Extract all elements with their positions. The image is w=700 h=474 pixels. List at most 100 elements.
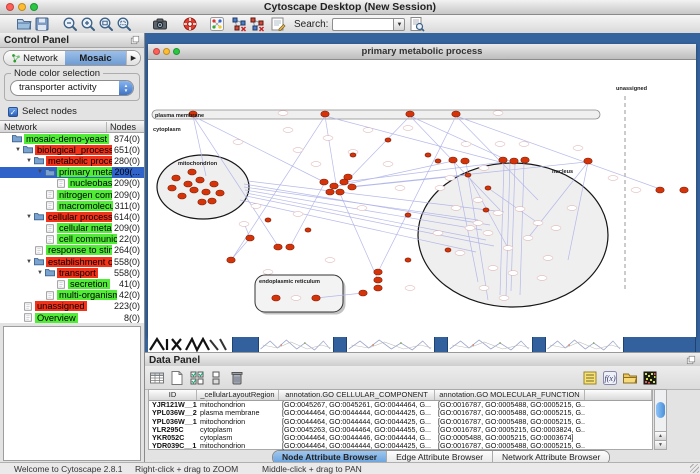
- svg-text:cytoplasm: cytoplasm: [153, 127, 181, 133]
- zoom-out-button[interactable]: [62, 16, 78, 32]
- tree-node-label: Overview: [35, 313, 78, 323]
- table-row[interactable]: YJR121W__1mitochondrion[GO:0045267, GO:0…: [149, 401, 652, 409]
- save-button[interactable]: [34, 16, 50, 32]
- snapshot-camera-button[interactable]: [152, 16, 168, 32]
- tree-row-mosaic-demo-yeast[interactable]: mosaic-demo-yeast874(0): [0, 133, 144, 144]
- status-welcome: Welcome to Cytoscape 2.8.1: [14, 464, 123, 474]
- network-view-window[interactable]: primary metabolic process plasma membran…: [148, 44, 696, 337]
- float-panel-icon[interactable]: [686, 355, 696, 365]
- hide-selected-nodes-button[interactable]: [231, 16, 247, 32]
- annotation-button[interactable]: [270, 16, 286, 32]
- search-input[interactable]: [332, 18, 393, 31]
- network-tree: mosaic-demo-yeast874(0)▼biological_proce…: [0, 133, 144, 323]
- background-window-edge[interactable]: [532, 337, 546, 352]
- formula-builder-button[interactable]: f(x): [602, 370, 618, 386]
- dropdown-stepper-icon[interactable]: ▲▼: [119, 81, 133, 95]
- zoom-in-button[interactable]: [80, 16, 96, 32]
- import-attributes-button[interactable]: [622, 370, 638, 386]
- tree-expand-icon[interactable]: ▼: [24, 259, 34, 265]
- background-window-edge[interactable]: [232, 337, 259, 352]
- tree-row-establishment-of-lo[interactable]: ▼establishment of lo558(0): [0, 256, 144, 267]
- search-options-button[interactable]: [409, 16, 425, 32]
- table-row[interactable]: YPL036W__1mitochondrion[GO:0044464, GO:0…: [149, 418, 652, 426]
- tree-row-nucleobase-[interactable]: nucleobase-209(0): [0, 178, 144, 189]
- tree-node-count: 280(0): [112, 156, 140, 166]
- main-toolbar: Search: ▼: [0, 15, 700, 34]
- scroll-down-icon[interactable]: ▼: [655, 440, 666, 449]
- node-color-dropdown-value: transporter activity: [19, 82, 97, 93]
- tree-node-count: 264(0): [112, 245, 140, 255]
- select-attributes-button[interactable]: [189, 370, 205, 386]
- birdseye-view-panel[interactable]: [3, 326, 141, 461]
- table-row[interactable]: YLR295Ccytoplasm[GO:0045263, GO:0044464,…: [149, 426, 652, 434]
- tree-row-primary-metabo[interactable]: ▼primary metabo209(...: [0, 167, 144, 178]
- tree-node-count: 41(0): [117, 279, 140, 289]
- table-row[interactable]: YKR052Ccytoplasm[GO:0044464, GO:0044446,…: [149, 434, 652, 442]
- tree-row-unassigned[interactable]: unassigned223(0): [0, 301, 144, 312]
- column-header[interactable]: [585, 390, 652, 400]
- open-folder-button[interactable]: [16, 16, 32, 32]
- tree-expand-icon[interactable]: ▼: [13, 147, 23, 153]
- tree-expand-icon[interactable]: ▼: [24, 214, 34, 220]
- column-header[interactable]: annotation.GO CELLULAR_COMPONENT: [279, 390, 435, 400]
- float-panel-icon[interactable]: [130, 35, 140, 45]
- new-attribute-button[interactable]: [169, 370, 185, 386]
- tree-row-cell-communicat[interactable]: cell communicat22(0): [0, 234, 144, 245]
- attribute-table-button[interactable]: [149, 370, 165, 386]
- background-window-edge[interactable]: [333, 337, 347, 352]
- tree-node-count: 8(0): [122, 313, 140, 323]
- file-icon: [56, 179, 66, 188]
- tree-row-metabolic-process[interactable]: ▼metabolic process280(0): [0, 155, 144, 166]
- attribute-table[interactable]: ID_cellularLayoutRegionannotation.GO CEL…: [148, 389, 653, 450]
- tab-network[interactable]: Network: [4, 51, 65, 65]
- attribute-list-button[interactable]: [582, 370, 598, 386]
- scroll-up-icon[interactable]: ▲: [655, 431, 666, 440]
- select-nodes-checkbox[interactable]: ✓: [8, 107, 18, 117]
- search-dropdown-arrow-icon[interactable]: ▼: [393, 18, 405, 31]
- file-icon: [45, 201, 55, 210]
- resize-grip[interactable]: [690, 464, 699, 473]
- column-header[interactable]: ID: [149, 390, 197, 400]
- attribute-table-scrollbar[interactable]: ▲ ▼: [654, 389, 667, 450]
- svg-text:unassigned: unassigned: [616, 86, 648, 92]
- tab-mosaic[interactable]: Mosaic: [65, 51, 126, 65]
- tree-row-nitrogen-compo[interactable]: nitrogen compo209(0): [0, 189, 144, 200]
- hide-selected-edges-button[interactable]: [249, 16, 265, 32]
- tree-expand-icon[interactable]: ▼: [24, 158, 34, 164]
- column-header[interactable]: annotation.GO MOLECULAR_FUNCTION: [435, 390, 585, 400]
- tree-expand-icon[interactable]: ▼: [35, 169, 45, 175]
- node-color-dropdown[interactable]: transporter activity ▲▼: [10, 80, 134, 96]
- background-window-edge[interactable]: [623, 337, 696, 352]
- zoom-selected-button[interactable]: [116, 16, 132, 32]
- tree-row-cellular-metabol[interactable]: cellular metabol209(0): [0, 223, 144, 234]
- tab-overflow-button[interactable]: ▶: [126, 51, 140, 65]
- scrollbar-thumb[interactable]: [656, 402, 665, 418]
- delete-attribute-button[interactable]: [229, 370, 245, 386]
- tree-row-overview[interactable]: Overview 8(0): [0, 312, 144, 323]
- tree-row-multi-organism-pro[interactable]: multi-organism pro42(0): [0, 290, 144, 301]
- file-icon: [34, 246, 44, 255]
- heatmap-button[interactable]: [642, 370, 658, 386]
- vizmapper-button[interactable]: [209, 16, 225, 32]
- network-canvas[interactable]: plasma membranecytoplasmmitochondrionnuc…: [148, 60, 696, 337]
- tree-row-response-to-stimulu[interactable]: response to stimulu264(0): [0, 245, 144, 256]
- tab-mosaic-label: Mosaic: [79, 53, 111, 64]
- network-graph[interactable]: plasma membranecytoplasmmitochondrionnuc…: [148, 60, 696, 337]
- tree-row-secretion[interactable]: secretion41(0): [0, 278, 144, 289]
- zoom-fit-button[interactable]: [98, 16, 114, 32]
- table-row[interactable]: YPL036W__2plasma membrane[GO:0044464, GO…: [149, 409, 652, 417]
- table-cell: YJR121W__1: [149, 401, 197, 409]
- tree-row-cellular-process[interactable]: ▼cellular process614(0): [0, 211, 144, 222]
- tree-row-transport[interactable]: ▼transport558(0): [0, 267, 144, 278]
- table-cell: [GO:0044464, GO:0044446, GO:0044444, G..…: [279, 434, 435, 442]
- network-window-titlebar[interactable]: primary metabolic process: [148, 44, 696, 60]
- search-combo[interactable]: ▼: [332, 18, 405, 31]
- tree-row-biological-process[interactable]: ▼biological_process651(0): [0, 144, 144, 155]
- help-lifering-button[interactable]: [182, 16, 198, 32]
- background-window-edge[interactable]: [434, 337, 448, 352]
- column-header[interactable]: _cellularLayoutRegion: [197, 390, 279, 400]
- tree-expand-icon[interactable]: ▼: [35, 270, 45, 276]
- tree-row-macromolecule[interactable]: macromolecule311(0): [0, 200, 144, 211]
- tree-node-label: mosaic-demo-yeast: [24, 134, 109, 144]
- unselect-attributes-button[interactable]: [209, 370, 225, 386]
